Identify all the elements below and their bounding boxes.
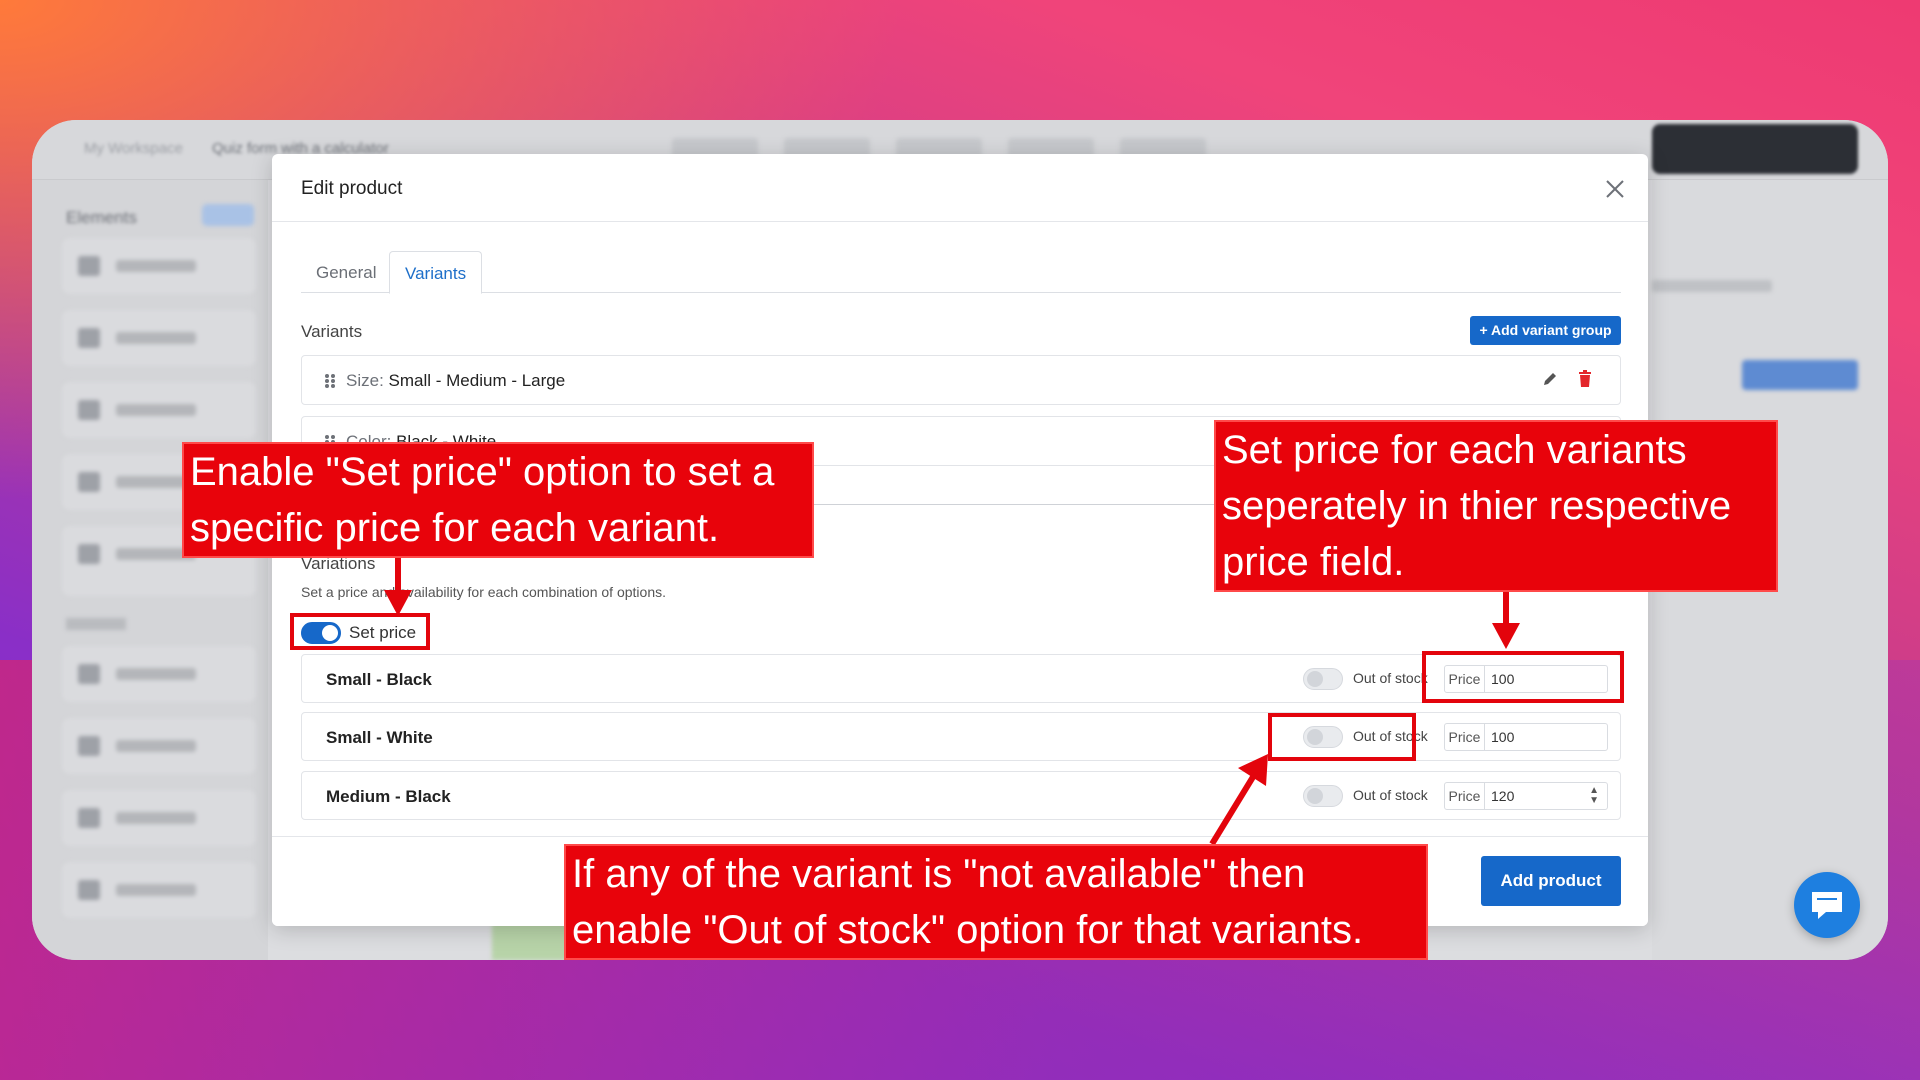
sidebar-title: Elements (66, 208, 137, 227)
price-field-callout: Set price for each variants seperately i… (1214, 420, 1778, 592)
price-field-highlight (1422, 651, 1624, 703)
modal-header: Edit product (272, 154, 1648, 222)
arrow-down-icon (384, 550, 412, 616)
pencil-icon[interactable] (1542, 371, 1558, 387)
publish-form-button[interactable] (1652, 124, 1858, 174)
sidebar-item-products[interactable] (62, 790, 256, 846)
breadcrumb-workspace[interactable]: My Workspace (84, 140, 183, 157)
close-icon[interactable] (1602, 176, 1628, 202)
sidebar-section-others (66, 618, 126, 630)
out-of-stock-label: Out of stock (1353, 787, 1428, 803)
sidebar-item-text-editor[interactable] (62, 238, 256, 294)
chat-icon (1812, 892, 1842, 919)
chat-button[interactable] (1794, 872, 1860, 938)
add-product-button[interactable]: Add product (1481, 856, 1621, 906)
right-panel-heading (1652, 280, 1772, 292)
sidebar-item-voice-recorder[interactable] (62, 862, 256, 918)
sidebar-toggle[interactable] (202, 204, 254, 226)
tab-general[interactable]: General (301, 251, 391, 294)
set-price-callout: Enable "Set price" option to set a speci… (182, 442, 814, 558)
number-spinner-icon[interactable]: ▲ ▼ (1589, 786, 1599, 806)
sidebar-item-html-text[interactable] (62, 310, 256, 366)
price-field[interactable]: Price 100 (1444, 723, 1608, 751)
variation-name: Small - White (326, 728, 433, 747)
arrow-down-icon (1492, 583, 1520, 649)
variation-name: Medium - Black (326, 787, 451, 806)
out-of-stock-toggle[interactable] (1303, 785, 1343, 807)
price-field-value[interactable]: 120 (1491, 783, 1514, 809)
price-field[interactable]: Price 120 ▲ ▼ (1444, 782, 1608, 810)
variant-group-value: Small - Medium - Large (388, 371, 566, 390)
sidebar-item-file-upload[interactable] (62, 646, 256, 702)
sidebar-item-youtube[interactable] (62, 382, 256, 438)
modal-title: Edit product (301, 178, 403, 199)
variant-group-key: Size: (346, 371, 384, 390)
variant-group-text: Size: Small - Medium - Large (346, 371, 565, 391)
price-field-value[interactable]: 100 (1491, 724, 1514, 750)
variation-row: Medium - Black Out of stock Price 120 ▲ ▼ (301, 771, 1621, 820)
out-of-stock-toggle[interactable] (1303, 668, 1343, 690)
tab-variants[interactable]: Variants (389, 251, 483, 294)
variants-label: Variants (301, 322, 363, 341)
price-field-label: Price (1445, 783, 1485, 809)
variant-group-row: Size: Small - Medium - Large (301, 355, 1621, 405)
variation-name: Small - Black (326, 670, 432, 689)
add-variant-group-button[interactable]: + Add variant group (1470, 316, 1621, 345)
modal-tabs: General Variants (301, 251, 1621, 294)
sidebar-item-signature[interactable] (62, 718, 256, 774)
price-field-label: Price (1445, 724, 1485, 750)
right-panel-add-product-button[interactable] (1742, 360, 1858, 390)
out-of-stock-label: Out of stock (1353, 670, 1428, 686)
out-of-stock-highlight (1268, 713, 1416, 761)
arrow-up-icon (1209, 754, 1268, 846)
variation-row: Small - White Out of stock Price 100 (301, 712, 1621, 761)
trash-icon[interactable] (1578, 370, 1592, 387)
variations-hint: Set a price and availability for each co… (301, 584, 666, 600)
drag-handle-icon[interactable] (324, 373, 336, 389)
out-of-stock-callout: If any of the variant is "not available"… (564, 844, 1428, 960)
